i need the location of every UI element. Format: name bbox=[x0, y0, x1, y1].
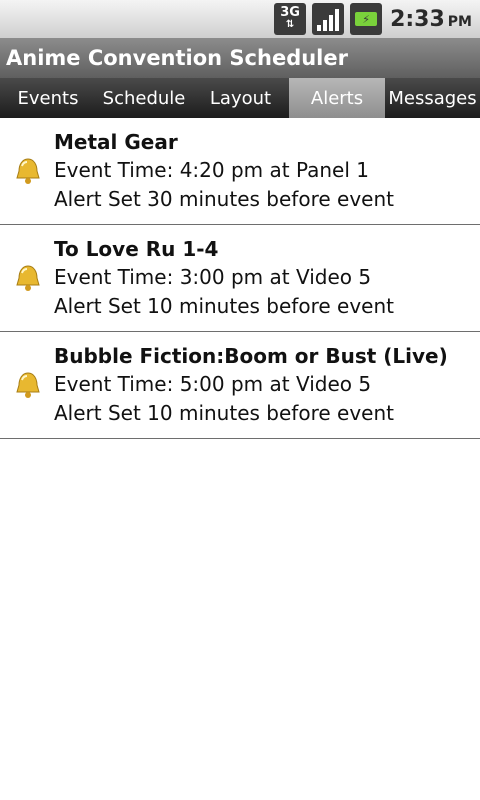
alert-event-time: Event Time: 3:00 pm at Video 5 bbox=[54, 265, 372, 289]
tab-label: Schedule bbox=[102, 87, 186, 109]
tab-alerts[interactable]: Alerts bbox=[289, 78, 385, 118]
tab-label: Messages bbox=[388, 87, 477, 109]
bell-icon bbox=[16, 158, 40, 184]
tab-label: Alerts bbox=[310, 87, 364, 109]
alert-event-time: Event Time: 5:00 pm at Video 5 bbox=[54, 372, 372, 396]
list-item[interactable]: To Love Ru 1-4 Event Time: 3:00 pm at Vi… bbox=[0, 225, 480, 332]
time-ampm: PM bbox=[447, 13, 472, 30]
network-3g-icon: 3G ⇅ bbox=[274, 3, 307, 35]
alert-title: To Love Ru 1-4 bbox=[54, 237, 219, 261]
list-item[interactable]: Bubble Fiction:Boom or Bust (Live) Event… bbox=[0, 332, 480, 439]
tab-layout[interactable]: Layout bbox=[192, 78, 289, 118]
tab-label: Events bbox=[17, 87, 79, 109]
alert-set-text: Alert Set 30 minutes before event bbox=[54, 187, 394, 211]
battery-charging-icon: ⚡ bbox=[350, 3, 383, 35]
bell-icon bbox=[16, 372, 40, 398]
bell-icon bbox=[16, 265, 40, 291]
alert-title: Metal Gear bbox=[54, 130, 178, 154]
signal-strength-icon bbox=[312, 3, 345, 35]
app-title-bar: Anime Convention Scheduler bbox=[0, 38, 480, 78]
status-time: 2:33 PM bbox=[390, 7, 472, 32]
tab-label: Layout bbox=[209, 87, 272, 109]
alerts-list: Metal Gear Event Time: 4:20 pm at Panel … bbox=[0, 118, 480, 439]
app-title: Anime Convention Scheduler bbox=[6, 46, 348, 70]
tab-schedule[interactable]: Schedule bbox=[96, 78, 192, 118]
data-arrows-icon: ⇅ bbox=[285, 19, 295, 30]
alert-set-text: Alert Set 10 minutes before event bbox=[54, 294, 394, 318]
battery-cell: ⚡ bbox=[355, 12, 378, 26]
network-label: 3G bbox=[280, 5, 300, 20]
list-item[interactable]: Metal Gear Event Time: 4:20 pm at Panel … bbox=[0, 118, 480, 225]
alert-set-text: Alert Set 10 minutes before event bbox=[54, 401, 394, 425]
alert-title: Bubble Fiction:Boom or Bust (Live) bbox=[54, 344, 448, 368]
status-bar: 3G ⇅ ⚡ 2:33 PM bbox=[0, 0, 480, 38]
tab-events[interactable]: Events bbox=[0, 78, 96, 118]
tab-bar: Events Schedule Layout Alerts Messages bbox=[0, 78, 480, 118]
alert-event-time: Event Time: 4:20 pm at Panel 1 bbox=[54, 158, 369, 182]
tab-messages[interactable]: Messages bbox=[385, 78, 480, 118]
time-value: 2:33 bbox=[390, 6, 445, 32]
